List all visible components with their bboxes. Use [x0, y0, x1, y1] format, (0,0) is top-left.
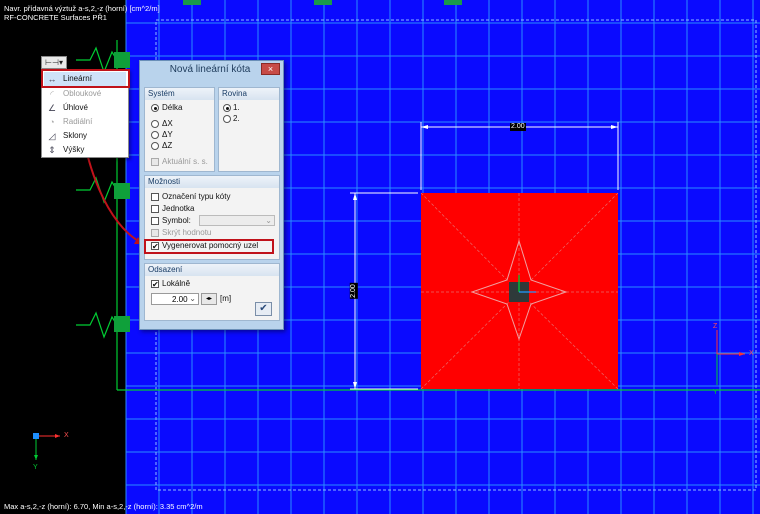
offset-value: 2.00 — [172, 295, 188, 304]
plane-group: Rovina 1. 2. — [218, 87, 280, 172]
symbol-select[interactable]: ⌄ — [199, 215, 275, 226]
dimension-vertical — [350, 192, 418, 390]
offset-unit: [m] — [220, 294, 232, 303]
radio-plane-2-label: 2. — [233, 114, 240, 123]
radial-dimension-icon: ◔ — [49, 117, 55, 127]
chevron-down-icon: ⌄ — [189, 294, 196, 303]
axis-z-label-right: Z — [713, 323, 718, 330]
radio-dy[interactable] — [151, 131, 159, 139]
checkbox-actual-cs[interactable] — [151, 158, 159, 166]
checkbox-type-label-text: Označení typu kóty — [162, 192, 231, 201]
system-group: Systém Délka ΔX ΔY ΔZ Aktuální s. s. — [144, 87, 215, 172]
close-button[interactable]: × — [261, 63, 280, 75]
axis-x-label-right: X — [749, 350, 754, 357]
checkbox-local[interactable]: ✔ — [151, 280, 159, 289]
offset-group-header: Odsazení — [145, 264, 279, 276]
menu-item-arc[interactable]: ◜ Obloukové — [44, 87, 126, 101]
axis-y-label-right: Y — [713, 389, 718, 396]
chevron-down-icon: ⌄ — [265, 216, 272, 225]
dimension-label-vertical[interactable]: 2.00 — [349, 283, 358, 299]
axes-left — [33, 433, 60, 460]
offset-stepper[interactable]: ◂▸ — [201, 293, 217, 305]
plane-group-header: Rovina — [219, 88, 279, 100]
dimension-type-dropdown-button[interactable]: ⊢⊣▾ — [41, 56, 67, 69]
menu-item-slopes[interactable]: ◿ Sklony — [44, 129, 126, 143]
axis-x-label: X — [64, 432, 69, 439]
dimension-label-horizontal[interactable]: 2.00 — [510, 123, 526, 131]
result-type-label: Navr. přídavná výztuž a-s,2,-z (horní) [… — [4, 4, 160, 13]
slope-dimension-icon: ◿ — [48, 131, 56, 141]
system-group-header: Systém — [145, 88, 214, 100]
module-label: RF-CONCRETE Surfaces PŘ1 — [4, 13, 107, 22]
arc-dimension-icon: ◜ — [50, 89, 54, 99]
height-dimension-icon: ⇕ — [48, 145, 56, 155]
highlight-linear-item — [41, 69, 130, 88]
radio-dx-label: ΔX — [162, 119, 173, 128]
checkbox-type-label[interactable] — [151, 193, 159, 201]
checkbox-hide-value[interactable] — [151, 229, 159, 237]
radio-dy-label: ΔY — [162, 130, 173, 139]
radio-plane-1[interactable] — [223, 104, 231, 112]
new-linear-dimension-dialog: Nová lineární kóta × Systém Délka ΔX ΔY … — [139, 60, 284, 330]
axis-y-label: Y — [33, 464, 38, 471]
ok-button[interactable]: ✔ — [255, 302, 272, 316]
radio-dx[interactable] — [151, 120, 159, 128]
checkbox-symbol-text: Symbol: — [162, 216, 191, 225]
offset-value-input[interactable]: 2.00 ⌄ — [151, 293, 199, 305]
model-viewport[interactable]: X Y X Y Z 2.00 2.00 Navr. přídavná výztu… — [0, 0, 760, 514]
axes-right — [716, 330, 745, 385]
menu-item-angular[interactable]: ∠ Úhlové — [44, 101, 126, 115]
checkbox-local-text: Lokálně — [162, 279, 191, 288]
stepper-arrows-icon: ◂▸ — [205, 296, 213, 302]
menu-item-radial[interactable]: ◔ Radiální — [44, 115, 126, 129]
highlight-generate-node — [144, 239, 274, 254]
radio-length-label: Délka — [162, 103, 183, 112]
radio-plane-1-label: 1. — [233, 103, 240, 112]
radio-plane-2[interactable] — [223, 115, 231, 123]
menu-item-heights[interactable]: ⇕ Výšky — [44, 143, 126, 157]
angular-dimension-icon: ∠ — [47, 103, 57, 113]
checkbox-symbol[interactable] — [151, 217, 159, 225]
checkbox-unit[interactable] — [151, 205, 159, 213]
radio-length[interactable] — [151, 104, 159, 112]
checkbox-actual-cs-label: Aktuální s. s. — [162, 157, 208, 166]
dimension-linear-icon: ⊢⊣▾ — [45, 58, 63, 67]
options-group-header: Možnosti — [145, 176, 279, 188]
radio-dz[interactable] — [151, 142, 159, 150]
max-min-info: Max a-s,2,-z (horní): 6.70, Min a-s,2,-z… — [4, 502, 203, 511]
dialog-title: Nová lineární kóta — [169, 64, 251, 75]
radio-dz-label: ΔZ — [162, 141, 173, 150]
checkbox-unit-text: Jednotka — [162, 204, 195, 213]
checkbox-hide-value-text: Skrýt hodnotu — [162, 228, 212, 237]
